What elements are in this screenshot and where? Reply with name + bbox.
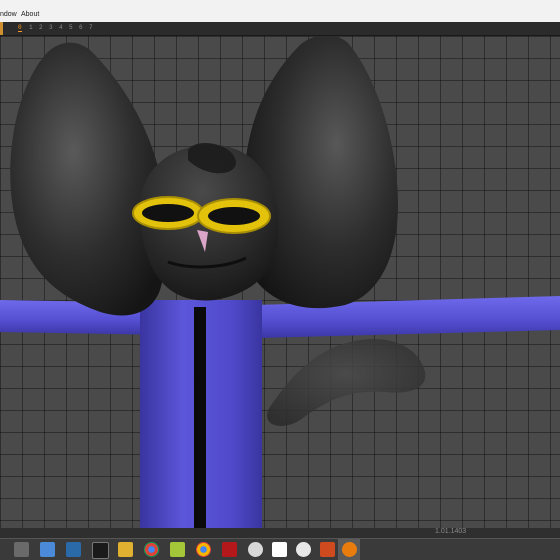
frame-tick[interactable]: 5 — [69, 24, 73, 31]
left-ear — [10, 42, 168, 316]
3d-viewport[interactable] — [0, 36, 560, 528]
android-icon[interactable] — [170, 542, 185, 557]
torso-stripe — [194, 307, 206, 528]
pen-icon[interactable] — [14, 542, 29, 557]
terminal-icon[interactable] — [92, 542, 109, 559]
app-icon[interactable] — [40, 542, 55, 557]
right-goggle-lens — [208, 207, 260, 225]
blender-icon[interactable] — [342, 542, 357, 557]
image-icon[interactable] — [66, 542, 81, 557]
toolbox-icon[interactable] — [320, 542, 335, 557]
frame-tick[interactable]: 6 — [79, 24, 83, 31]
frame-tick[interactable]: 1 — [29, 24, 33, 31]
frame-tick[interactable]: 3 — [49, 24, 53, 31]
frame-tick[interactable]: 2 — [39, 24, 43, 31]
version-label: 1.01.1403 — [435, 528, 467, 535]
menu-window[interactable]: ndow — [0, 11, 17, 18]
cloud-icon[interactable] — [248, 542, 263, 557]
menu-about[interactable]: About — [21, 11, 39, 18]
menu-bar: ndow About — [0, 0, 560, 23]
document-icon[interactable] — [272, 542, 287, 557]
scene-render — [0, 36, 560, 528]
filezilla-icon[interactable] — [222, 542, 237, 557]
left-goggle-lens — [142, 204, 194, 222]
frame-ruler[interactable]: 0 1 2 3 4 5 6 7 — [0, 22, 560, 36]
frame-tick[interactable]: 0 — [18, 24, 22, 32]
frame-tick[interactable]: 4 — [59, 24, 63, 31]
taskbar — [0, 538, 560, 560]
settings-icon[interactable] — [296, 542, 311, 557]
app-window: ndow About 0 1 2 3 4 5 6 7 1.01.1403 — [0, 0, 560, 560]
chrome-icon[interactable] — [144, 542, 159, 557]
folder-icon[interactable] — [118, 542, 133, 557]
frame-tick[interactable]: 7 — [89, 24, 93, 31]
status-bar: 1.01.1403 — [0, 528, 560, 538]
tail-shape — [267, 339, 426, 426]
chrome-icon[interactable] — [196, 542, 211, 557]
ruler-start-marker — [0, 22, 3, 35]
